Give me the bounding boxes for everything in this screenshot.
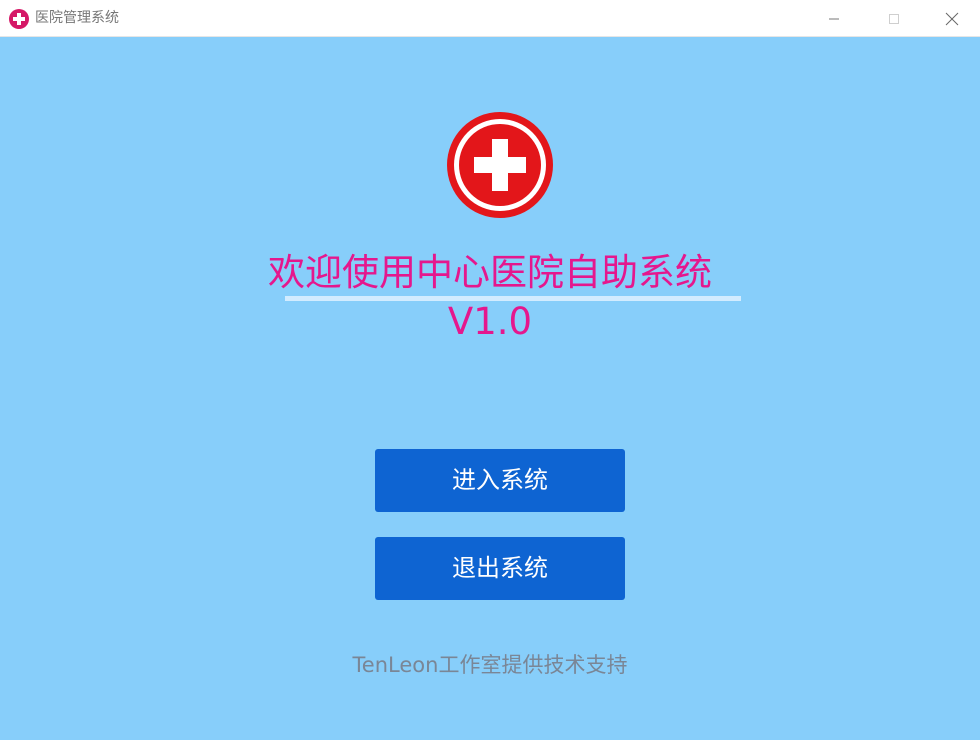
close-button[interactable] (924, 0, 980, 37)
footer-credit: TenLeon工作室提供技术支持 (352, 653, 628, 677)
exit-system-button[interactable]: 退出系统 (375, 537, 625, 600)
minimize-button[interactable] (806, 0, 862, 37)
window-title: 医院管理系统 (35, 10, 119, 26)
maximize-icon (889, 13, 899, 24)
close-icon (945, 12, 959, 25)
version-label: V1.0 (447, 300, 533, 343)
medical-cross-icon (447, 112, 553, 218)
enter-system-button[interactable]: 进入系统 (375, 449, 625, 512)
medical-cross-icon (9, 9, 29, 29)
welcome-heading: 欢迎使用中心医院自助系统 (268, 251, 712, 294)
title-bar: 医院管理系统 (0, 0, 980, 37)
maximize-button[interactable] (866, 0, 922, 37)
minimize-icon (829, 18, 839, 19)
main-panel: 欢迎使用中心医院自助系统 V1.0 进入系统 退出系统 TenLeon工作室提供… (0, 37, 980, 740)
